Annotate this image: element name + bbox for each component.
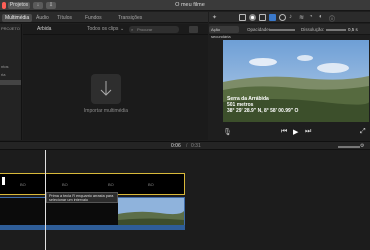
dissolve-label: Dissolução: (301, 27, 325, 32)
timeline-header: 0:06 / 0:31 ⚙ (0, 141, 370, 150)
tab-audio[interactable]: Áudio (33, 14, 52, 22)
overlay-mode-select[interactable]: Ação secundária (209, 26, 239, 39)
search-icon: ⌕ (131, 27, 134, 32)
settings-icon[interactable]: ⚙ (360, 143, 364, 149)
search-input[interactable]: ⌕ Procurar (129, 26, 179, 33)
browser-tabbar: Multimédia Áudio Títulos Fundos Transiçõ… (0, 12, 208, 23)
sidebar-item-library[interactable]: ria (0, 72, 21, 78)
download-icon: ⇩ (48, 2, 54, 8)
range-select-tooltip: Prima a tecla R enquanto arrasta para se… (46, 192, 118, 203)
overlay-coordinates: 38° 29' 28.9" N, 8° 58' 00.99" O (227, 108, 299, 114)
volume-icon[interactable]: ♪ (289, 14, 296, 21)
speed-icon[interactable]: ◔ (309, 14, 316, 21)
tab-media[interactable]: Multimédia (2, 14, 33, 22)
location-overlay: Serra da Arrábida 501 metros 38° 29' 28.… (227, 96, 298, 114)
overlay-settings-row: Ação secundária Opacidade: Dissolução: 0… (209, 24, 370, 39)
crop-icon[interactable] (259, 14, 266, 21)
skip-back-icon[interactable]: ⏮ (281, 128, 287, 136)
opacity-label: Opacidade: (247, 27, 271, 32)
zoom-slider[interactable] (338, 146, 360, 148)
timecode-separator: / (186, 143, 188, 149)
fullscreen-icon[interactable]: ⤢ (360, 128, 366, 136)
section-title: Arbida (37, 26, 52, 32)
import-media-button[interactable] (91, 74, 121, 104)
total-duration: 0:31 (191, 143, 201, 149)
import-arrow-icon (100, 81, 112, 96)
title-clip-label: BO (20, 182, 26, 187)
tooltip-text: selecionar um intervalo (49, 198, 89, 203)
projects-button[interactable]: Projetos (8, 2, 30, 9)
info-icon[interactable]: ⓘ (329, 14, 336, 23)
clip-filter[interactable]: Todos os clips (87, 26, 118, 33)
window-title: O meu filme (175, 2, 205, 8)
download-button[interactable]: ⇩ (46, 2, 56, 9)
title-clip-label: BO (62, 182, 68, 187)
noise-reduction-icon[interactable]: ≋ (299, 14, 306, 21)
view-options-button[interactable] (189, 26, 198, 33)
search-placeholder: Procurar (137, 27, 153, 32)
audio-waveform[interactable] (0, 225, 185, 230)
current-timecode: 0:06 (171, 143, 181, 149)
play-button[interactable]: ▶ (293, 128, 298, 136)
sidebar-item-project[interactable]: PROJETO (0, 26, 21, 32)
chevron-down-icon[interactable]: ⌄ (120, 26, 124, 33)
tab-transitions[interactable]: Transições (115, 14, 145, 22)
browser-header: Arbida Todos os clips ⌄ ⌕ Procurar (23, 24, 208, 35)
video-viewer[interactable]: Serra da Arrábida 501 metros 38° 29' 28.… (223, 40, 369, 122)
close-window-button[interactable] (2, 2, 6, 9)
import-arrow-icon: ↓ (36, 2, 40, 8)
playback-controls: 🎙 ⏮ ▶ ⏭ ⤢ (209, 125, 370, 140)
color-correction-icon[interactable] (249, 14, 256, 21)
clip-start-marker (2, 177, 5, 185)
dissolve-slider[interactable] (326, 29, 346, 31)
tab-titles[interactable]: Títulos (54, 14, 75, 22)
import-button[interactable]: ↓ (33, 2, 43, 9)
import-media-label: Importar multimédia (83, 108, 129, 114)
microphone-icon[interactable]: 🎙 (223, 128, 232, 136)
media-browser: Arbida Todos os clips ⌄ ⌕ Procurar Impor… (23, 24, 208, 140)
window-titlebar: Projetos ↓ ⇩ O meu filme (0, 0, 370, 11)
title-clip-label: BO (148, 182, 154, 187)
video-overlay-icon[interactable] (269, 14, 276, 21)
color-balance-icon[interactable] (239, 14, 246, 21)
title-clip-label: BO (108, 182, 114, 187)
opacity-slider[interactable] (269, 29, 295, 31)
sidebar-item-selected[interactable] (0, 80, 21, 85)
magic-wand-icon[interactable]: ✦ (212, 14, 219, 21)
adjustments-toolbar: ✦ ♪ ≋ ◔ ◐ ⓘ (209, 12, 370, 23)
sidebar-item-events[interactable]: ntos (0, 64, 21, 70)
tab-backgrounds[interactable]: Fundos (82, 14, 105, 22)
library-sidebar: PROJETO ntos ria (0, 24, 22, 140)
dissolve-value[interactable]: 0,5 s (348, 26, 358, 33)
stabilization-icon[interactable] (279, 14, 286, 21)
filter-icon[interactable]: ◐ (319, 14, 326, 21)
skip-forward-icon[interactable]: ⏭ (305, 128, 311, 136)
